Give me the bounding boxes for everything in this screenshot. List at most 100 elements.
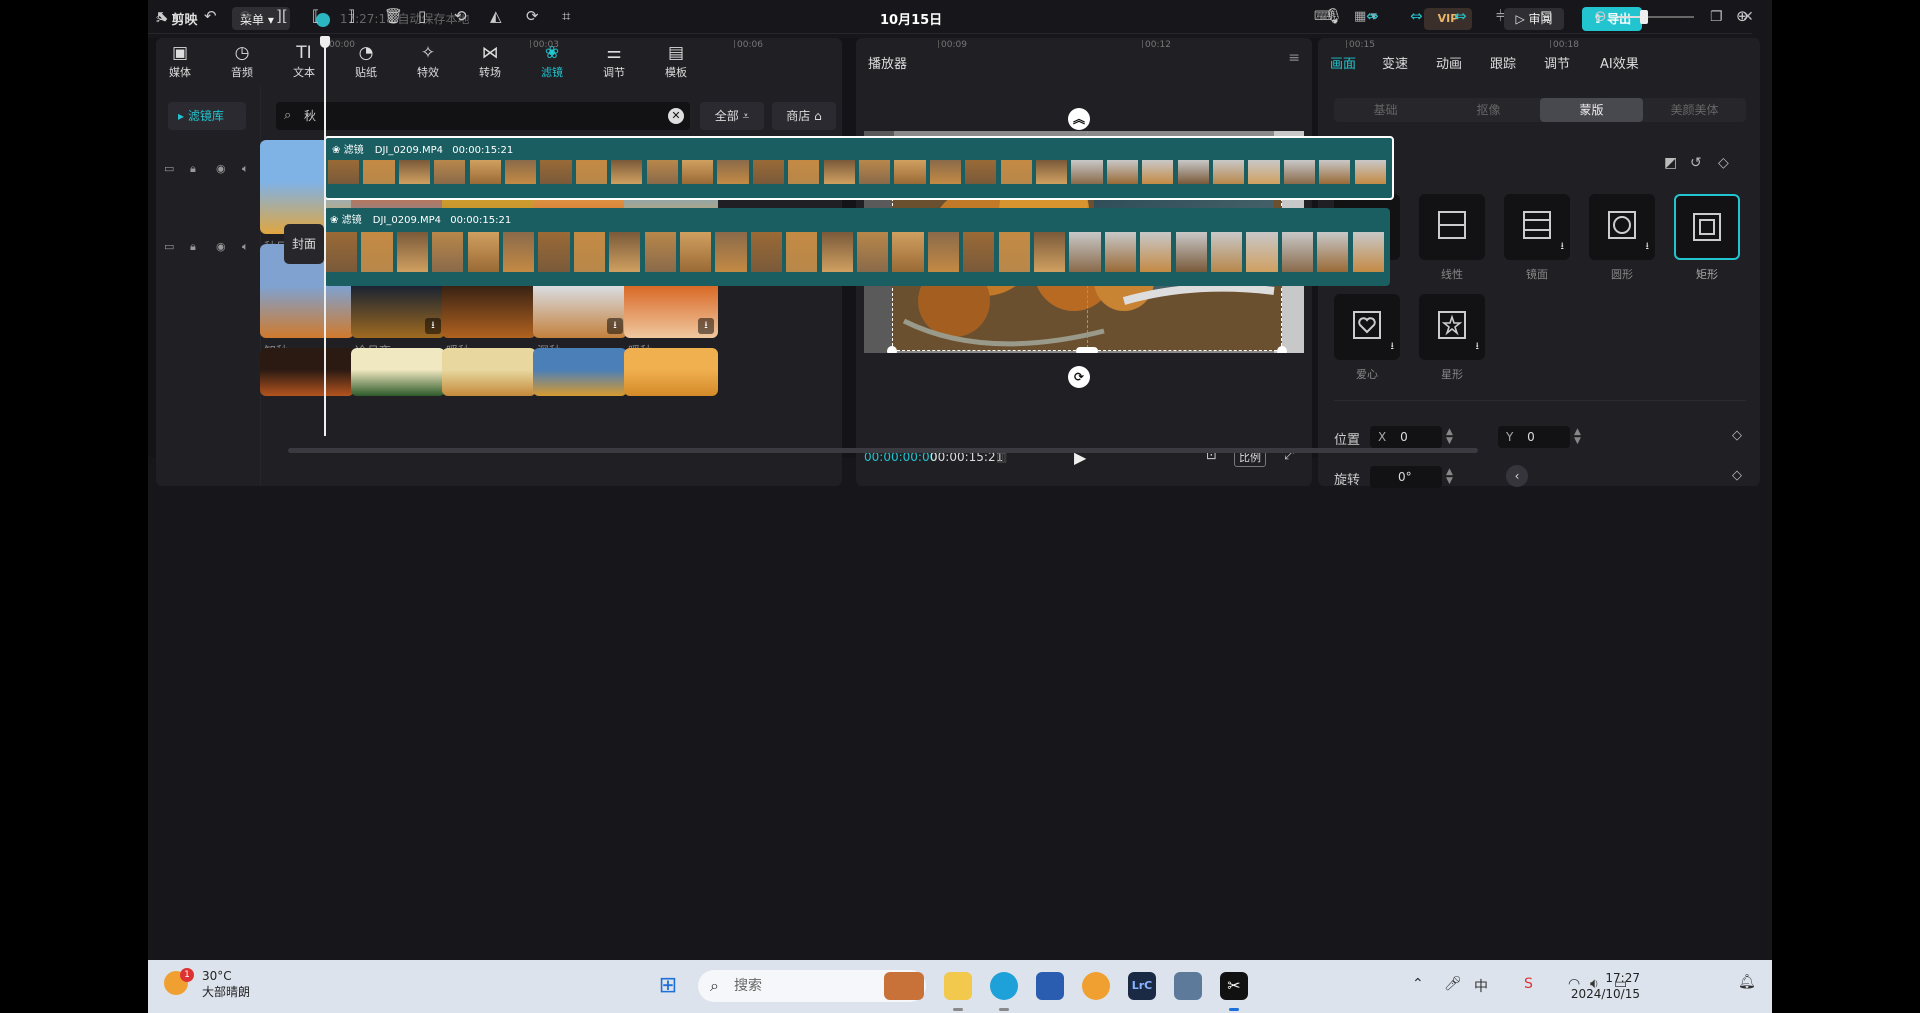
main-track-magnet-icon[interactable]: ⇔ (1366, 7, 1379, 25)
filter-thumbnail[interactable] (442, 348, 536, 396)
redo-icon[interactable]: ↷ (240, 7, 253, 25)
select-cursor-icon[interactable]: ⬉ (156, 7, 169, 25)
mask-corner-handle[interactable] (1277, 346, 1287, 353)
windows-start-icon[interactable]: ⊞ (654, 972, 682, 1000)
reset-icon[interactable]: ↺ (1690, 155, 1702, 171)
tray-ime-icon[interactable]: 中 (1474, 976, 1488, 996)
track-audio-icon[interactable]: 🔈︎ (242, 162, 249, 176)
track-cover-icon[interactable]: ▭ (164, 240, 174, 253)
subtab-basic[interactable]: 基础 (1334, 98, 1437, 122)
tab-speed[interactable]: 变速 (1382, 53, 1408, 72)
video-clip-track-1[interactable]: ❀ 滤镜 DJI_0209.MP4 00:00:15:21 (324, 136, 1394, 200)
mask-option-star[interactable]: ⭳ (1419, 294, 1485, 360)
keyframe-diamond-icon[interactable]: ◇ (1718, 155, 1729, 171)
clear-search-icon[interactable]: ✕ (668, 108, 684, 124)
download-icon[interactable]: ⭳ (698, 318, 714, 334)
tab-adjust[interactable]: ⚌ 调节 (590, 42, 638, 80)
track-audio-icon[interactable]: 🔈︎ (242, 240, 249, 254)
zoom-in-icon[interactable]: ⊕ (1736, 7, 1749, 25)
track-visibility-icon[interactable]: ◉ (216, 240, 226, 253)
y-stepper-icon[interactable]: ▲ ▼ (1574, 428, 1581, 446)
timeline-zoom-fit-icon[interactable]: ⊟ (1540, 7, 1553, 25)
tray-mic-icon[interactable]: 🎤︎ (1444, 976, 1462, 992)
split-icon[interactable]: ][ (276, 7, 288, 25)
tab-animation[interactable]: 动画 (1436, 53, 1462, 72)
delete-icon[interactable]: 🗑 (384, 7, 403, 25)
undo-icon[interactable]: ↶ (204, 7, 217, 25)
edge-browser-icon[interactable] (990, 972, 1018, 1000)
track-lock-icon[interactable]: 🔒︎ (190, 240, 196, 254)
mask-corner-handle[interactable] (887, 346, 897, 353)
taskbar-clock[interactable]: 17:27 2024/10/15 (1568, 970, 1640, 1002)
download-icon[interactable]: ⭳ (607, 318, 623, 334)
tab-audio[interactable]: ◷ 音频 (218, 42, 266, 80)
position-x-input[interactable]: X 0 (1370, 426, 1442, 448)
split-right-icon[interactable]: ⟧ (348, 7, 355, 25)
linkage-icon[interactable]: ⇔ (1454, 7, 1467, 25)
tab-transition[interactable]: ⋈ 转场 (466, 42, 514, 80)
auto-snap-icon[interactable]: ⇔ (1410, 7, 1423, 25)
zoom-out-icon[interactable]: ⊖ (1594, 7, 1607, 25)
subtab-cutout[interactable]: 抠像 (1437, 98, 1540, 122)
capcut-taskbar-icon[interactable]: ✂ (1220, 972, 1248, 1000)
preview-axis-icon[interactable]: ⫩ (1496, 7, 1505, 25)
tab-ai-effects[interactable]: AI效果 (1600, 53, 1639, 72)
chevron-down-icon[interactable]: ▾ (174, 11, 179, 22)
reverse-icon[interactable]: ⟲ (454, 7, 467, 25)
filter-thumbnail[interactable] (533, 348, 627, 396)
track-lock-icon[interactable]: 🔒︎ (190, 162, 196, 176)
rotation-input[interactable]: 0° (1370, 466, 1442, 488)
playhead[interactable] (324, 40, 326, 436)
filter-thumbnail[interactable] (260, 348, 354, 396)
zoom-slider-knob[interactable] (1640, 10, 1648, 24)
mask-option-heart[interactable]: ⭳ (1334, 294, 1400, 360)
position-y-input[interactable]: Y 0 (1498, 426, 1570, 448)
lightroom-classic-icon[interactable]: LrC (1128, 972, 1156, 1000)
x-stepper-icon[interactable]: ▲ ▼ (1446, 428, 1453, 446)
rotation-knob[interactable]: ‹ (1506, 465, 1528, 487)
tab-adjust[interactable]: 调节 (1544, 53, 1570, 72)
mask-option-circle[interactable]: ⭳ (1589, 194, 1655, 260)
rotation-keyframe-icon[interactable]: ◇ (1732, 468, 1742, 483)
store-button[interactable]: 商店 ⌂ (772, 102, 836, 130)
feather-handle-icon[interactable]: ︽ (1068, 108, 1090, 130)
subtab-beauty[interactable]: 美颜美体 (1643, 98, 1746, 122)
mask-option-rectangle[interactable] (1674, 194, 1740, 260)
tab-picture[interactable]: 画面 (1330, 53, 1356, 72)
filter-thumbnail[interactable] (351, 348, 445, 396)
pin-app-icon[interactable] (1174, 972, 1202, 1000)
cover-button[interactable]: 封面 (284, 224, 324, 264)
qq-browser-icon[interactable] (1082, 972, 1110, 1000)
tab-tracking[interactable]: 跟踪 (1490, 53, 1516, 72)
microphone-icon[interactable]: 🎙 (1324, 7, 1343, 25)
rotation-stepper-icon[interactable]: ▲ ▼ (1446, 468, 1453, 486)
position-keyframe-icon[interactable]: ◇ (1732, 428, 1742, 443)
track-cover-icon[interactable]: ▭ (164, 162, 174, 175)
mirror-icon[interactable]: ◭ (490, 7, 502, 25)
rotate-handle-icon[interactable]: ⟳ (1068, 366, 1090, 388)
search-highlight-icon[interactable] (884, 972, 924, 1000)
tray-sogou-icon[interactable]: S (1524, 976, 1533, 992)
filter-search-input[interactable]: ⌕ 秋 ✕ (276, 102, 690, 130)
tab-text[interactable]: TI 文本 (280, 42, 328, 80)
zoom-slider[interactable] (1618, 16, 1694, 18)
mask-option-mirror[interactable]: ⭳ (1504, 194, 1570, 260)
rotate-icon[interactable]: ⟳ (526, 7, 539, 25)
invert-mask-icon[interactable]: ◩ (1664, 155, 1677, 171)
sidebar-item-filter-library[interactable]: ▸ 滤镜库 (168, 102, 246, 130)
playhead-handle[interactable] (320, 36, 330, 48)
subtab-mask[interactable]: 蒙版 (1540, 98, 1643, 122)
freeze-frame-icon[interactable]: ▯ (418, 7, 426, 25)
tab-template[interactable]: ▤ 模板 (652, 42, 700, 80)
mask-option-linear[interactable] (1419, 194, 1485, 260)
file-explorer-icon[interactable] (944, 972, 972, 1000)
store-app-icon[interactable] (1036, 972, 1064, 1000)
tab-media[interactable]: ▣ 媒体 (156, 42, 204, 80)
track-visibility-icon[interactable]: ◉ (216, 162, 226, 175)
notification-bell-icon[interactable]: 🔔︎ (1738, 974, 1756, 990)
filter-all-button[interactable]: 全部 ⩡ (700, 102, 764, 130)
weather-widget[interactable]: 30°C 大部晴朗 (202, 968, 250, 1000)
timeline-scrollbar[interactable] (288, 448, 1478, 453)
tab-effects[interactable]: ✧ 特效 (404, 42, 452, 80)
mask-edge-handle-bottom[interactable] (1076, 347, 1098, 353)
